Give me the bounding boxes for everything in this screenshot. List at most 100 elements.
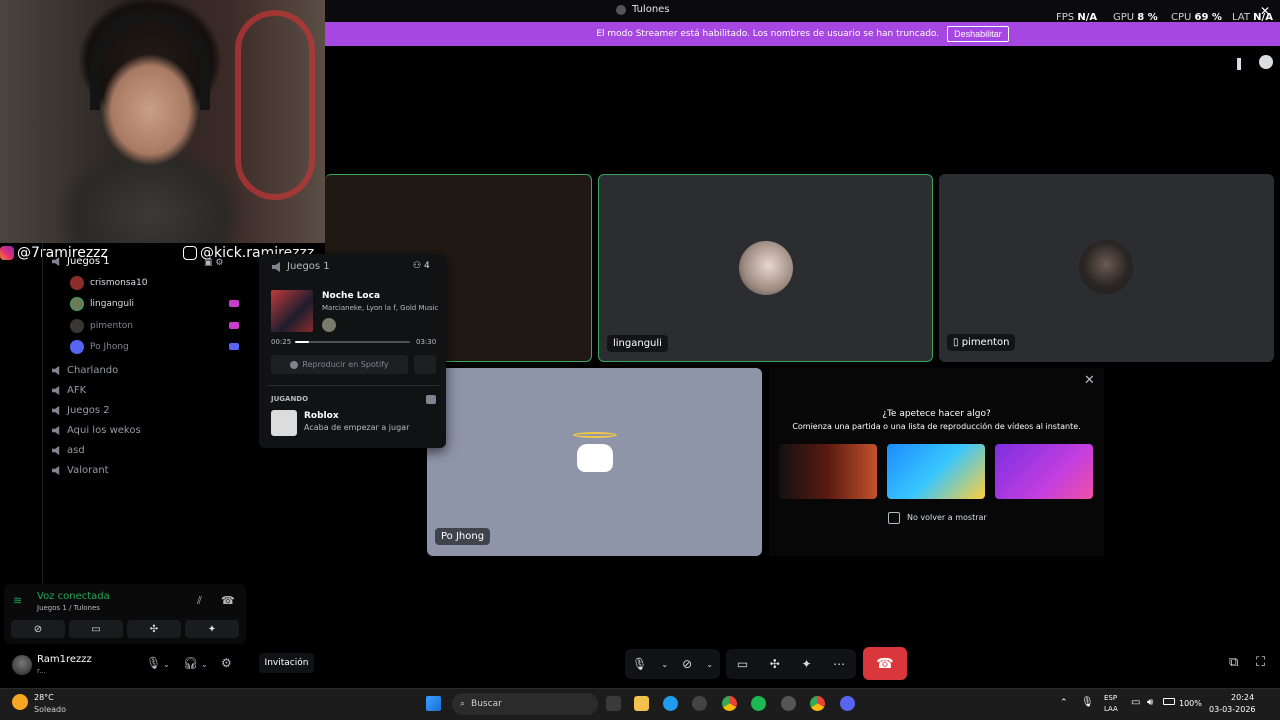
headphones-icon[interactable]: 🎧︎ bbox=[183, 656, 198, 670]
avatar bbox=[70, 340, 84, 354]
video-tile-pimenton[interactable]: ▯ pimenton bbox=[939, 174, 1274, 362]
camera-off-button[interactable]: ⊘ bbox=[11, 620, 65, 638]
microphone-icon[interactable]: 🎙︎ bbox=[632, 657, 647, 671]
voice-user-pimenton[interactable]: pimenton bbox=[70, 319, 133, 333]
voice-status[interactable]: Voz conectada bbox=[37, 591, 110, 602]
microphone-icon[interactable]: 🎙︎ bbox=[1081, 697, 1094, 708]
clock-time[interactable]: 20:24 bbox=[1231, 693, 1254, 702]
noise-suppression-icon[interactable]: ⫽ bbox=[197, 594, 202, 608]
video-tile-linganguli[interactable]: linganguli bbox=[598, 174, 933, 362]
soundboard-icon[interactable]: ✦ bbox=[801, 657, 811, 671]
popout-icon[interactable]: ⧉ bbox=[1229, 655, 1238, 670]
language-indicator[interactable]: ESP bbox=[1104, 694, 1117, 702]
network-icon[interactable]: ▭ bbox=[1131, 697, 1140, 708]
channel-aqui-los-wekos[interactable]: Aqui los wekos bbox=[52, 425, 141, 436]
activity-card-rocket-bot-royale[interactable] bbox=[887, 444, 985, 499]
webcam-chair bbox=[235, 10, 315, 200]
activities-button[interactable]: ✣ bbox=[127, 620, 181, 638]
settings-gear-icon[interactable]: ⚙ bbox=[221, 656, 232, 670]
listen-along-button[interactable] bbox=[414, 355, 436, 374]
song-title[interactable]: Noche Loca bbox=[322, 291, 380, 301]
spotify-icon[interactable] bbox=[751, 696, 766, 711]
song-artist[interactable]: Marcianeke, Lyon la f, Gold Music bbox=[322, 304, 438, 312]
channel-juegos-1[interactable]: Juegos 1 bbox=[52, 256, 110, 267]
invite-button[interactable]: Invitación bbox=[259, 653, 314, 673]
chevron-down-icon[interactable]: ⌄ bbox=[201, 660, 208, 669]
fullscreen-icon[interactable]: ⛶ bbox=[1256, 655, 1265, 670]
channel-label: Charlando bbox=[67, 365, 119, 376]
dont-show-again-label[interactable]: No volver a mostrar bbox=[907, 513, 987, 522]
more-options-icon[interactable]: ⋯ bbox=[833, 657, 845, 671]
chevron-down-icon[interactable]: ⌄ bbox=[706, 660, 713, 669]
avatar[interactable] bbox=[12, 655, 32, 675]
search-icon: ⌕ bbox=[460, 699, 466, 709]
hang-up-button[interactable]: ☎ bbox=[863, 647, 907, 680]
windows-start-icon[interactable] bbox=[426, 696, 441, 711]
bookmark-icon[interactable]: ❚ bbox=[1234, 56, 1244, 70]
chrome-icon[interactable] bbox=[722, 696, 737, 711]
activity-card-scream[interactable] bbox=[779, 444, 877, 499]
chevron-down-icon[interactable]: ⌄ bbox=[163, 660, 170, 669]
channel-charlando[interactable]: Charlando bbox=[52, 365, 118, 376]
chevron-up-icon[interactable]: ⌃ bbox=[1060, 698, 1068, 708]
channel-actions[interactable]: ▣ ⚙ bbox=[204, 258, 240, 268]
tile-name-text: pimenton bbox=[961, 337, 1010, 348]
file-explorer-icon[interactable] bbox=[634, 696, 649, 711]
weather-desc[interactable]: Soleado bbox=[34, 705, 66, 714]
video-tile-po-jhong[interactable]: Po Jhong bbox=[427, 368, 762, 556]
keyboard-layout-indicator[interactable]: LAA bbox=[1104, 705, 1118, 713]
user-status: r... bbox=[37, 667, 46, 675]
volume-icon[interactable]: 🔊︎ bbox=[1147, 697, 1153, 708]
discord-logo-icon bbox=[577, 444, 613, 472]
soundboard-button[interactable]: ✦ bbox=[185, 620, 239, 638]
steam-icon[interactable] bbox=[781, 696, 796, 711]
banner-text: El modo Streamer está habilitado. Los no… bbox=[596, 29, 940, 39]
window-title-text: Tulones bbox=[632, 4, 670, 15]
user-name[interactable]: Ram1rezzz bbox=[37, 654, 92, 665]
channel-asd[interactable]: asd bbox=[52, 445, 85, 456]
speaker-icon bbox=[52, 257, 60, 266]
voice-user-linganguli[interactable]: linganguli bbox=[70, 297, 134, 311]
camera-off-icon[interactable]: ⊘ bbox=[682, 657, 692, 671]
microphone-icon[interactable]: 🎙︎ bbox=[146, 656, 161, 670]
weather-sun-icon[interactable] bbox=[12, 694, 28, 710]
weather-temp[interactable]: 28°C bbox=[34, 693, 54, 702]
streaming-badge-icon bbox=[229, 300, 239, 307]
battery-icon[interactable] bbox=[1163, 698, 1175, 705]
edge-icon[interactable] bbox=[663, 696, 678, 711]
chevron-down-icon[interactable]: ⌄ bbox=[661, 660, 668, 669]
voice-user-po-jhong[interactable]: Po Jhong bbox=[70, 340, 129, 354]
channel-valorant[interactable]: Valorant bbox=[52, 465, 109, 476]
avatar bbox=[739, 241, 793, 295]
signal-icon[interactable]: ≋ bbox=[13, 594, 22, 607]
avatar bbox=[322, 318, 336, 332]
channel-juegos-2[interactable]: Juegos 2 bbox=[52, 405, 110, 416]
progress-track bbox=[295, 341, 410, 343]
play-on-spotify-button[interactable]: Reproducir en Spotify bbox=[271, 355, 408, 374]
disconnect-icon[interactable]: ☎ bbox=[221, 594, 235, 607]
speaker-icon bbox=[52, 406, 60, 415]
activity-card-blocks[interactable] bbox=[995, 444, 1093, 499]
tile-name-label: ▯ pimenton bbox=[947, 334, 1016, 351]
activities-icon[interactable]: ✣ bbox=[770, 657, 780, 671]
voice-user-crismonsa10[interactable]: crismonsa10 bbox=[70, 276, 147, 290]
app-icon[interactable] bbox=[692, 696, 707, 711]
chrome-icon[interactable] bbox=[810, 696, 825, 711]
battery-percent[interactable]: 100% bbox=[1179, 699, 1202, 708]
close-icon[interactable]: ✕ bbox=[1084, 373, 1095, 388]
banner-close-icon[interactable]: ✕ bbox=[1260, 4, 1270, 18]
channel-afk[interactable]: AFK bbox=[52, 385, 86, 396]
taskbar-search[interactable]: ⌕ Buscar bbox=[452, 693, 598, 715]
screen-share-button[interactable]: ▭ bbox=[69, 620, 123, 638]
voice-channel-path[interactable]: Juegos 1 / Tulones bbox=[37, 604, 100, 612]
clock-date[interactable]: 03-03-2026 bbox=[1209, 705, 1256, 714]
chat-icon[interactable] bbox=[1259, 55, 1273, 69]
disable-streamer-button[interactable]: Deshabilitar bbox=[947, 26, 1009, 42]
task-view-icon[interactable] bbox=[606, 696, 621, 711]
channel-label: Juegos 2 bbox=[67, 405, 110, 416]
playing-label: JUGANDO bbox=[271, 395, 309, 403]
screen-share-icon[interactable]: ▭ bbox=[737, 657, 748, 671]
speaker-icon bbox=[52, 466, 60, 475]
discord-icon[interactable] bbox=[840, 696, 855, 711]
dont-show-again-checkbox[interactable] bbox=[888, 512, 900, 524]
